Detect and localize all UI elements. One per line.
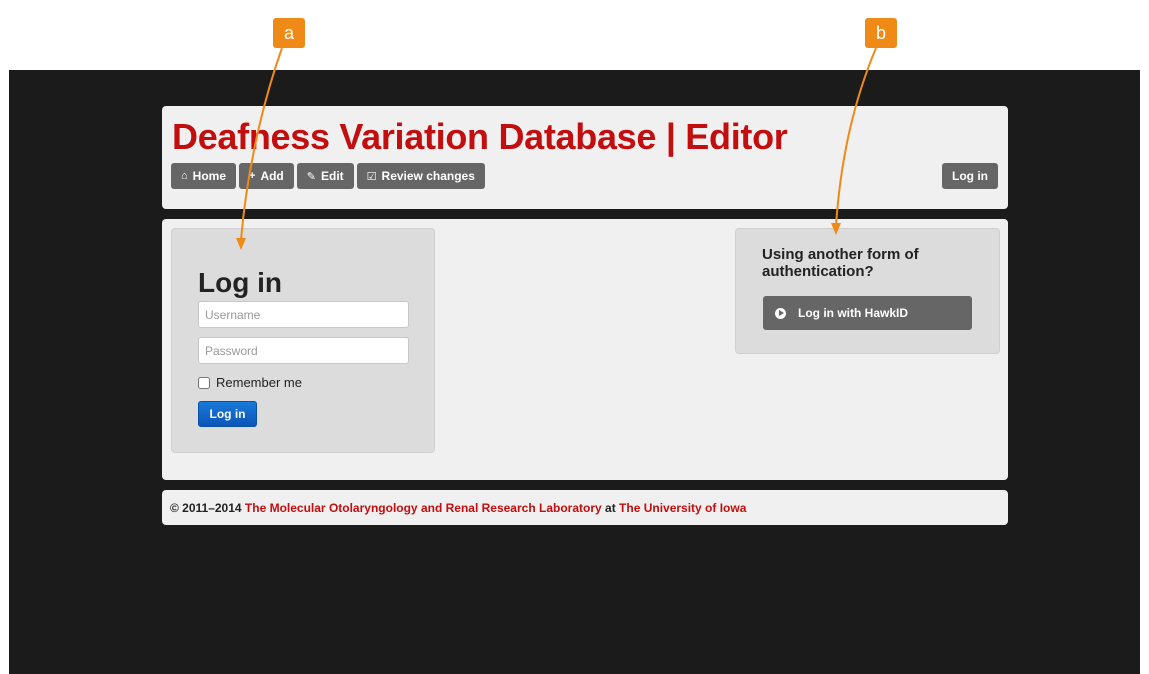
alt-auth-heading: Using another form of authentication? — [762, 246, 919, 280]
nav-add-button[interactable]: + Add — [239, 163, 294, 189]
remember-me-row: Remember me — [198, 375, 302, 390]
copyright-text: © 2011–2014 — [170, 501, 242, 515]
home-icon: ⌂ — [181, 170, 188, 182]
annotation-marker-a: a — [273, 18, 305, 48]
password-input[interactable] — [198, 337, 409, 364]
main-nav: ⌂ Home + Add ✎ Edit ☑ Review changes — [171, 163, 485, 189]
plus-icon: + — [249, 170, 256, 182]
pencil-icon: ✎ — [306, 170, 316, 183]
remember-me-checkbox[interactable] — [198, 376, 210, 389]
nav-add-label: Add — [260, 169, 284, 183]
remember-me-label: Remember me — [216, 375, 302, 390]
login-form-box: Log in Remember me Log in — [171, 228, 435, 453]
alt-auth-box: Using another form of authentication? Lo… — [735, 228, 1000, 354]
site-footer: © 2011–2014 The Molecular Otolaryngology… — [162, 490, 1008, 525]
username-input[interactable] — [198, 301, 409, 328]
check-square-icon: ☑ — [366, 170, 377, 183]
footer-at-text: at — [605, 501, 616, 515]
hawkid-login-label: Log in with HawkID — [798, 306, 908, 320]
header-login-button[interactable]: Log in — [942, 163, 998, 189]
annotation-marker-b: b — [865, 18, 897, 48]
nav-edit-label: Edit — [320, 169, 344, 183]
footer-text: © 2011–2014 The Molecular Otolaryngology… — [170, 501, 746, 515]
lab-link[interactable]: The Molecular Otolaryngology and Renal R… — [245, 501, 602, 515]
university-link[interactable]: The University of Iowa — [619, 501, 746, 515]
main-content: Log in Remember me Log in Using another … — [162, 219, 1008, 480]
nav-home-label: Home — [192, 169, 226, 183]
nav-home-button[interactable]: ⌂ Home — [171, 163, 236, 189]
site-header: Deafness Variation Database | Editor ⌂ H… — [162, 106, 1008, 209]
hawkid-login-button[interactable]: Log in with HawkID — [763, 296, 972, 330]
arrow-circle-right-icon — [775, 307, 786, 319]
nav-review-changes-label: Review changes — [381, 169, 475, 183]
login-heading: Log in — [198, 267, 282, 298]
site-title: Deafness Variation Database | Editor — [172, 116, 788, 157]
nav-edit-button[interactable]: ✎ Edit — [296, 163, 354, 189]
login-submit-button[interactable]: Log in — [198, 401, 257, 427]
nav-review-changes-button[interactable]: ☑ Review changes — [356, 163, 485, 189]
